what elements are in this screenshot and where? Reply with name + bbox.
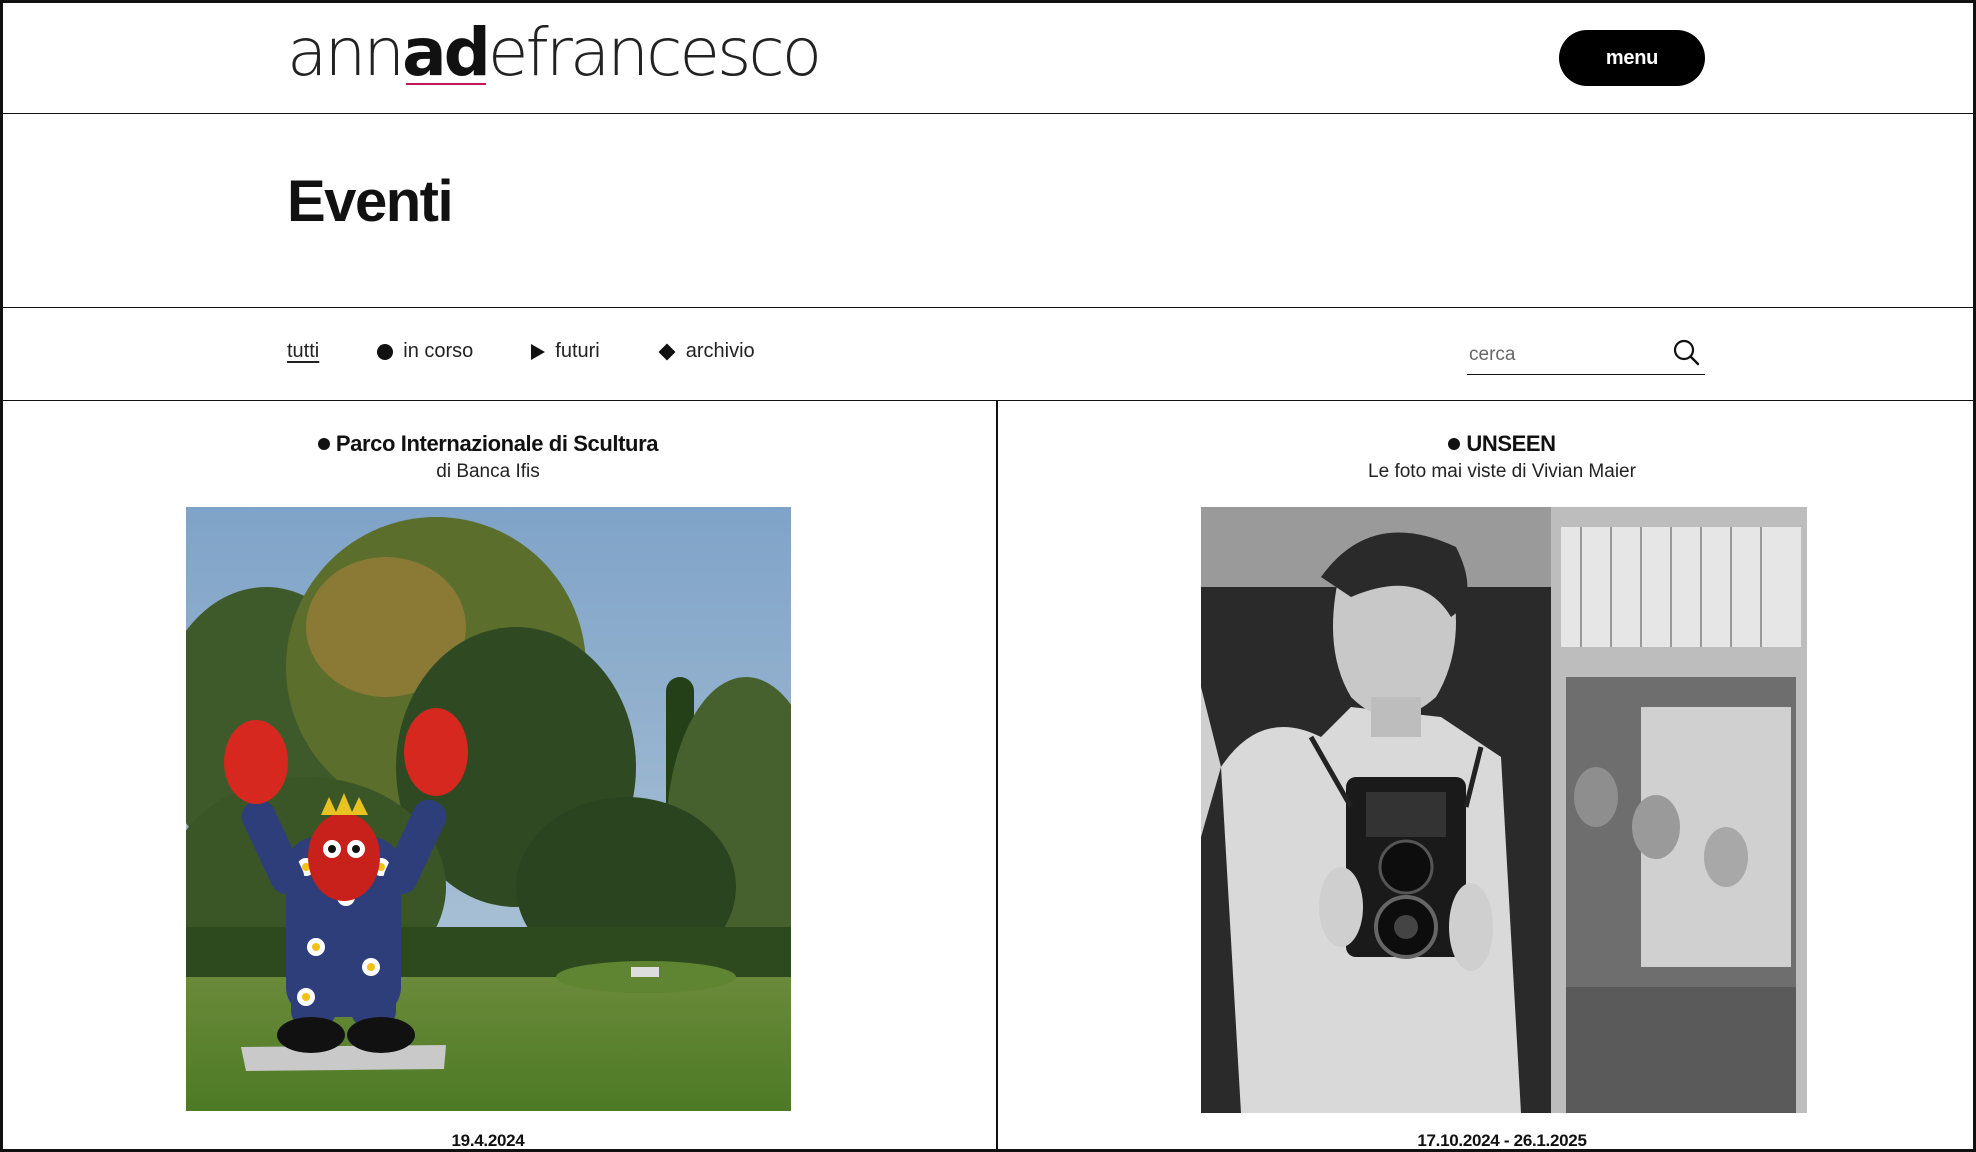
menu-button[interactable]: menu bbox=[1559, 30, 1705, 86]
event-subtitle: Le foto mai viste di Vivian Maier bbox=[1368, 461, 1636, 482]
page-frame: annadefrancesco menu Eventi tutti in cor… bbox=[0, 0, 1976, 1152]
lobster-sculpture-image bbox=[186, 507, 791, 1111]
event-card[interactable]: Parco Internazionale di Scultura di Banc… bbox=[3, 401, 973, 1150]
event-title[interactable]: Parco Internazionale di Scultura bbox=[3, 431, 973, 457]
vivian-maier-portrait-image bbox=[1201, 507, 1807, 1113]
filter-label: tutti bbox=[287, 340, 320, 362]
logo-part-3: efrancesco bbox=[487, 14, 822, 91]
event-title-text: Parco Internazionale di Scultura bbox=[335, 431, 659, 456]
filter-in-corso[interactable]: in corso bbox=[377, 340, 473, 363]
filter-bar: tutti in corso futuri archivio bbox=[3, 308, 1973, 401]
search-box bbox=[1467, 332, 1705, 375]
title-section: Eventi bbox=[3, 113, 1973, 308]
filter-label: futuri bbox=[555, 340, 600, 362]
logo-part-1: ann bbox=[287, 14, 405, 91]
search-icon[interactable] bbox=[1671, 338, 1701, 368]
event-date: 19.4.2024 bbox=[451, 1131, 525, 1150]
circle-icon bbox=[377, 343, 394, 360]
site-logo[interactable]: annadefrancesco bbox=[287, 14, 822, 91]
filter-archivio[interactable]: archivio bbox=[658, 340, 755, 363]
filter-tutti[interactable]: tutti bbox=[287, 340, 319, 363]
event-title[interactable]: UNSEEN bbox=[998, 431, 1973, 457]
events-grid: Parco Internazionale di Scultura di Banc… bbox=[3, 401, 1973, 1150]
event-image[interactable] bbox=[186, 507, 791, 1111]
event-subtitle: di Banca Ifis bbox=[436, 461, 540, 482]
page-title: Eventi bbox=[287, 169, 454, 234]
event-date: 17.10.2024 - 26.1.2025 bbox=[1417, 1131, 1587, 1150]
circle-icon bbox=[317, 438, 330, 450]
filter-label: in corso bbox=[403, 340, 474, 362]
site-header: annadefrancesco menu bbox=[3, 3, 1973, 114]
search-input[interactable] bbox=[1467, 340, 1661, 370]
filter-futuri[interactable]: futuri bbox=[531, 340, 600, 363]
diamond-icon bbox=[658, 343, 676, 360]
triangle-icon bbox=[531, 343, 546, 360]
filter-label: archivio bbox=[685, 340, 755, 362]
event-card[interactable]: UNSEEN Le foto mai viste di Vivian Maier bbox=[998, 401, 1973, 1150]
filter-list: tutti in corso futuri archivio bbox=[287, 340, 813, 363]
event-title-text: UNSEEN bbox=[1466, 431, 1556, 456]
circle-icon bbox=[1448, 438, 1461, 450]
event-image[interactable] bbox=[1201, 507, 1807, 1113]
logo-part-2: ad bbox=[402, 14, 491, 91]
